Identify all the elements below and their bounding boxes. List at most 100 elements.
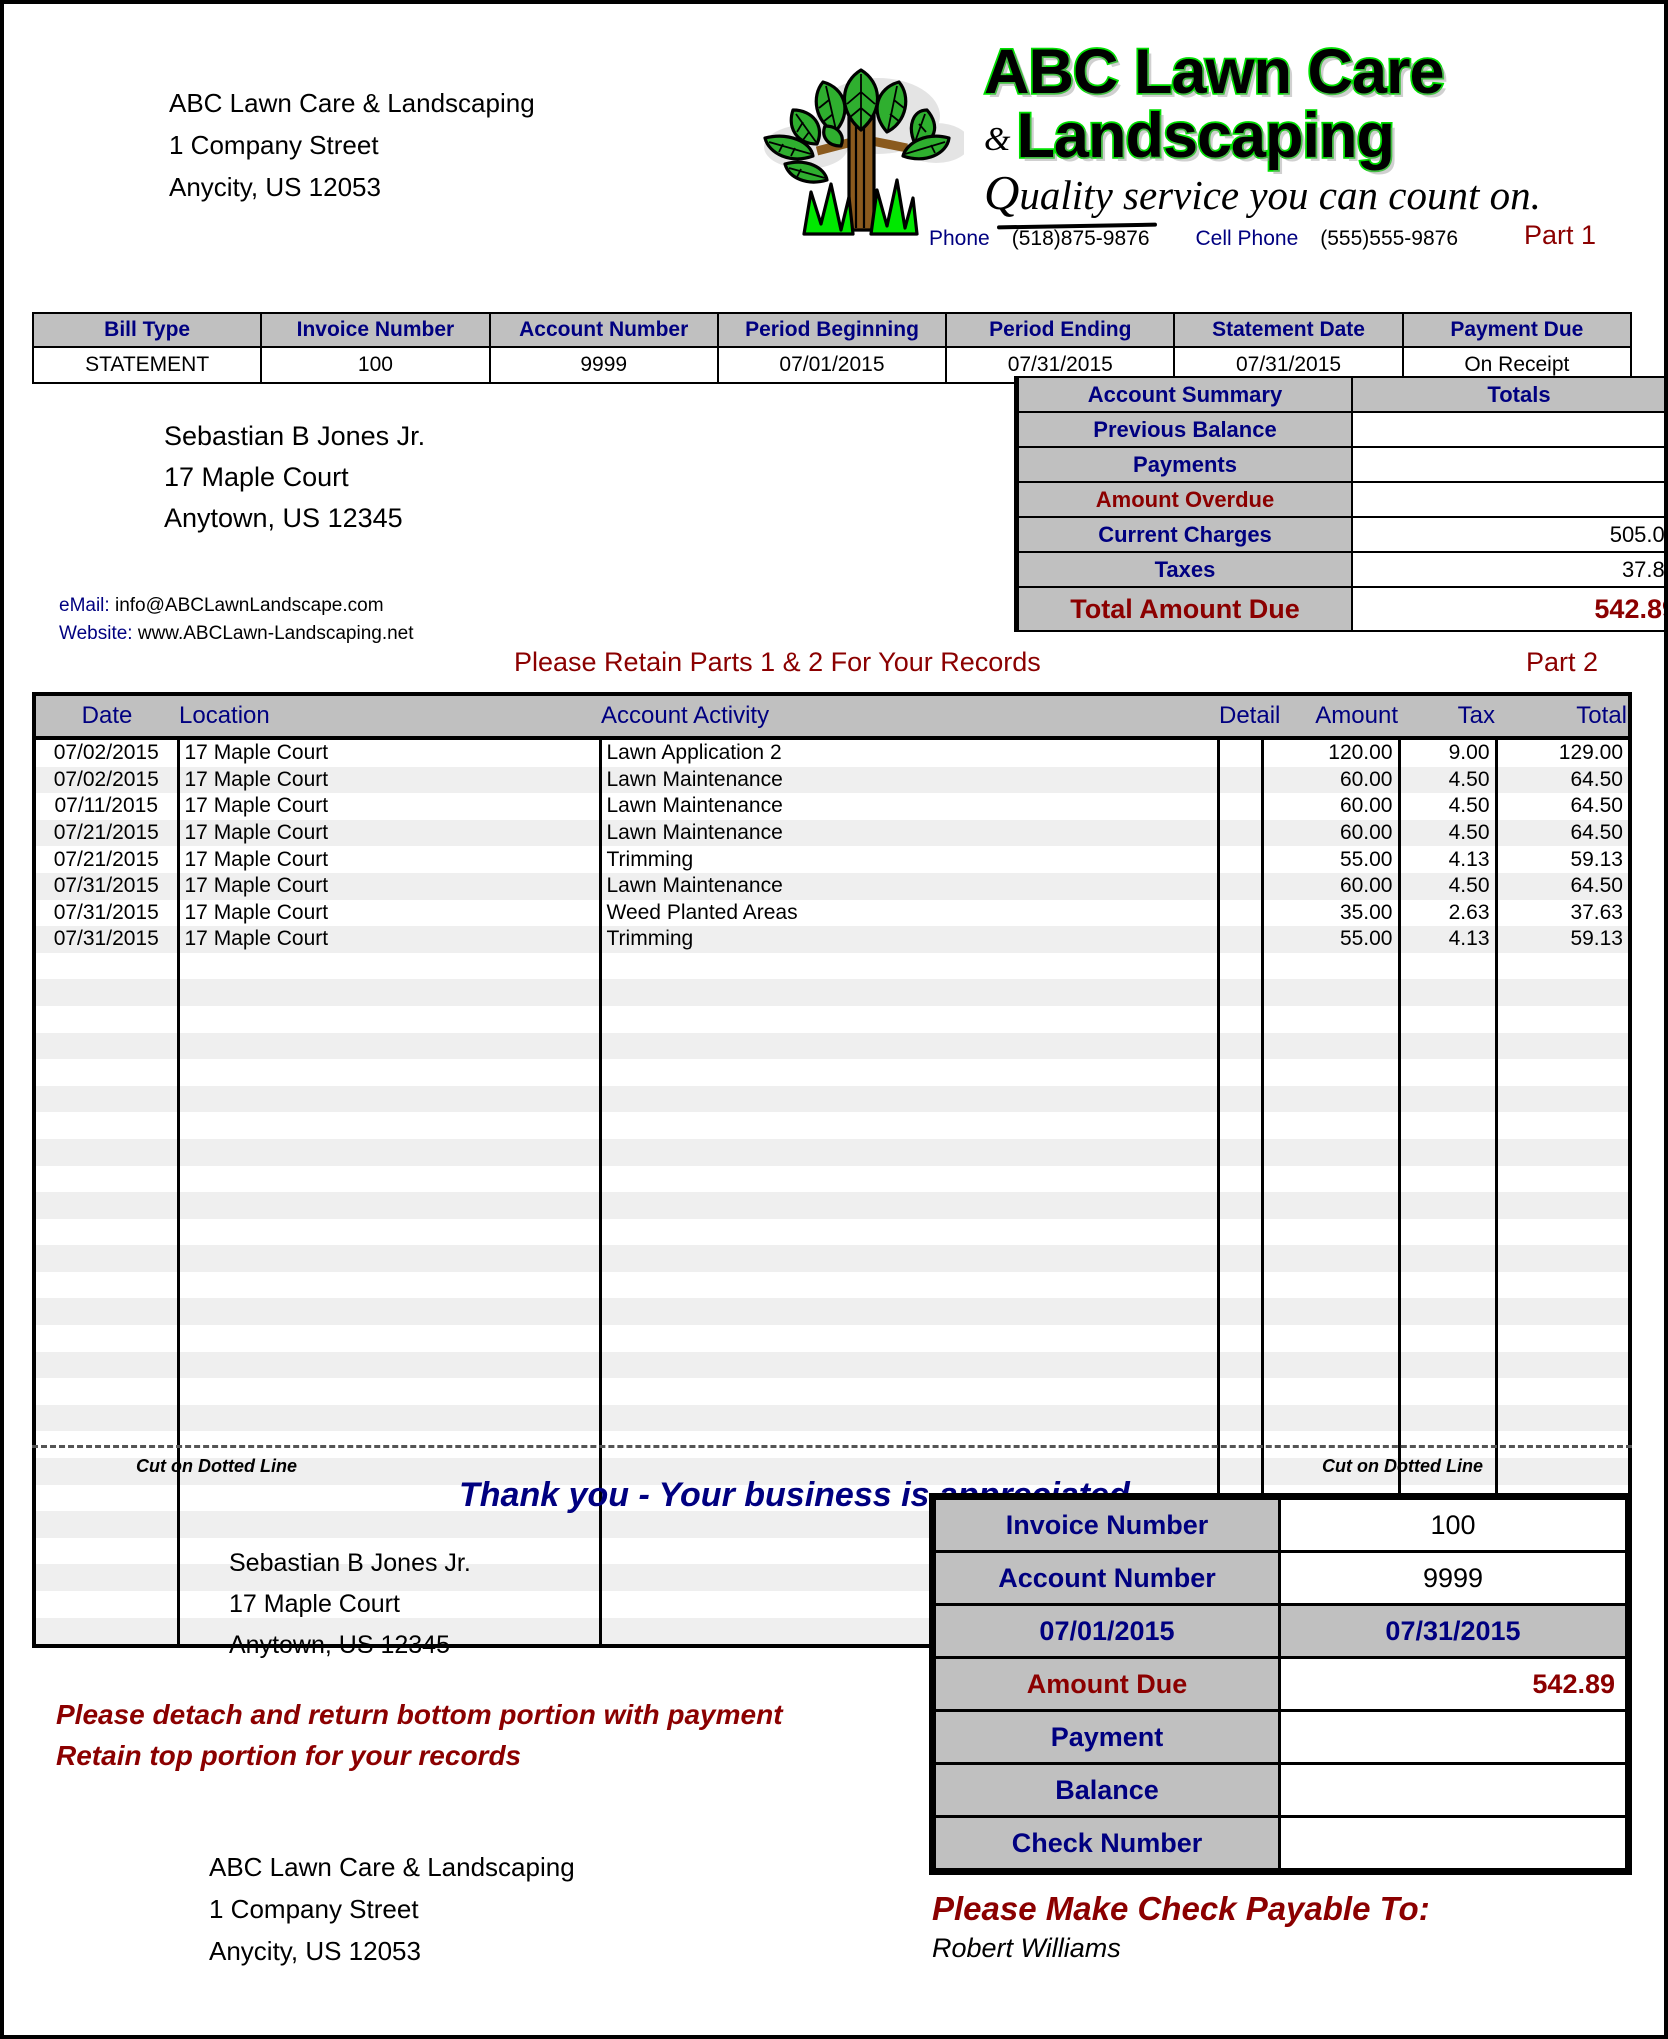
summary-label-4: Taxes	[1017, 551, 1353, 588]
cell-total: 64.50	[1496, 793, 1628, 820]
cell-total	[1496, 1085, 1628, 1113]
cell-tax	[1399, 1404, 1498, 1432]
stub-customer-address-block: Sebastian B Jones Jr. 17 Maple Court Any…	[229, 1543, 471, 1666]
cell-activity	[600, 1032, 1220, 1060]
cell-date	[36, 1351, 180, 1379]
cell-date	[36, 1245, 180, 1272]
cell-date: 07/02/2015	[36, 766, 180, 794]
stub-label-6: Check Number	[933, 1815, 1281, 1871]
stub-label-4: Payment	[933, 1709, 1281, 1765]
cell-amount	[1262, 1165, 1401, 1193]
cell-location: 17 Maple Court	[178, 926, 602, 953]
cell-activity: Lawn Maintenance	[600, 793, 1220, 820]
account-summary-title: Account Summary	[1017, 376, 1353, 413]
cell-location	[178, 1138, 602, 1166]
cell-activity	[600, 1085, 1220, 1113]
cell-total	[1496, 1059, 1628, 1086]
cell-amount	[1262, 1059, 1401, 1086]
stub-label-1: Account Number	[933, 1550, 1281, 1606]
header-col-0: Bill Type	[31, 312, 263, 348]
cell-location: 17 Maple Court	[178, 819, 602, 847]
table-row	[36, 1112, 1628, 1139]
cell-total: 59.13	[1496, 926, 1628, 953]
cell-activity	[600, 1192, 1220, 1219]
cell-total	[1496, 1458, 1628, 1485]
stub-label-0: Invoice Number	[933, 1497, 1281, 1553]
cell-activity: Lawn Maintenance	[600, 819, 1220, 847]
logo-line2: Landscaping	[1015, 101, 1397, 171]
cell-date	[36, 1484, 180, 1512]
cell-date	[36, 952, 180, 980]
phone-label: Phone	[929, 227, 990, 250]
cell-location: 17 Maple Court	[178, 766, 602, 794]
cell-total: 129.00	[1496, 738, 1628, 767]
cell-activity	[600, 1378, 1220, 1405]
cell-date	[36, 1591, 180, 1618]
cell-total	[1496, 1032, 1628, 1060]
cell-detail	[1218, 793, 1264, 820]
cell-amount: 60.00	[1262, 766, 1401, 794]
cell-date: 07/21/2015	[36, 819, 180, 847]
cell-total	[1496, 1112, 1628, 1139]
cell-tax: 9.00	[1399, 738, 1498, 767]
part-1-label: Part 1	[1524, 220, 1597, 250]
tree-icon	[763, 68, 964, 236]
cell-total	[1496, 1271, 1628, 1299]
cell-activity: Lawn Maintenance	[600, 766, 1220, 794]
cell-tax	[1399, 1271, 1498, 1299]
website-value[interactable]: www.ABCLawn-Landscaping.net	[138, 623, 414, 644]
cell-detail	[1218, 846, 1264, 873]
cell-date	[36, 1378, 180, 1405]
cell-tax	[1399, 1059, 1498, 1086]
stub-label-5: Balance	[933, 1762, 1281, 1818]
cell-date: 07/11/2015	[36, 793, 180, 820]
cell-amount	[1262, 1218, 1401, 1246]
table-row	[36, 1085, 1628, 1113]
cell-detail	[1218, 738, 1264, 767]
stub-row: Amount Due 542.89	[933, 1656, 1628, 1712]
cell-total	[1496, 979, 1628, 1006]
cell-location: 17 Maple Court	[178, 846, 602, 873]
header-col-1: Invoice Number	[260, 312, 491, 348]
table-row	[36, 1032, 1628, 1060]
cell-total	[1496, 1192, 1628, 1219]
cell-location	[178, 1218, 602, 1246]
stub-value-5[interactable]	[1278, 1762, 1628, 1818]
cell-date	[36, 1325, 180, 1352]
customer-address-block: Sebastian B Jones Jr. 17 Maple Court Any…	[164, 416, 425, 539]
logo-ampersand: &	[984, 121, 1011, 158]
cell-date	[36, 1032, 180, 1060]
stub-row: Payment	[933, 1709, 1628, 1765]
account-summary-row: Current Charges505.00	[1017, 516, 1664, 553]
stub-value-4[interactable]	[1278, 1709, 1628, 1765]
cell-tax	[1399, 1245, 1498, 1272]
cell-total	[1496, 1165, 1628, 1193]
part-2-label: Part 2	[1526, 647, 1599, 677]
logo-wordmark: ABC Lawn Care & Landscaping Quality serv…	[982, 38, 1624, 218]
cell-date: 07/31/2015	[36, 872, 180, 900]
payable-to-label: Please Make Check Payable To:	[932, 1890, 1430, 1927]
stub-value-2: 07/31/2015	[1278, 1603, 1628, 1659]
email-value[interactable]: info@ABCLawnLandscape.com	[115, 595, 384, 616]
cell-detail	[1218, 899, 1264, 927]
cell-date	[36, 1165, 180, 1193]
company-address-block: ABC Lawn Care & Landscaping 1 Company St…	[169, 82, 535, 208]
cell-activity	[600, 1059, 1220, 1086]
table-row	[36, 1404, 1628, 1432]
header-col-5: Statement Date	[1173, 312, 1404, 348]
stub-value-6[interactable]	[1278, 1815, 1628, 1871]
cell-date	[36, 1271, 180, 1299]
cell-amount	[1262, 1138, 1401, 1166]
cell-location	[178, 1192, 602, 1219]
cell-location	[178, 1325, 602, 1352]
cell-detail	[1218, 1005, 1264, 1033]
table-row: 07/02/2015 17 Maple Court Lawn Maintenance…	[36, 766, 1628, 794]
table-row	[36, 1298, 1628, 1326]
cell-amount	[1262, 1351, 1401, 1379]
summary-value-3: 505.00	[1351, 516, 1664, 553]
cell-date	[36, 1404, 180, 1432]
line-items-col-date: Date	[36, 696, 178, 740]
cell-date	[36, 1298, 180, 1326]
payee-name: Robert Williams	[932, 1933, 1121, 1963]
cell-activity	[600, 1404, 1220, 1432]
